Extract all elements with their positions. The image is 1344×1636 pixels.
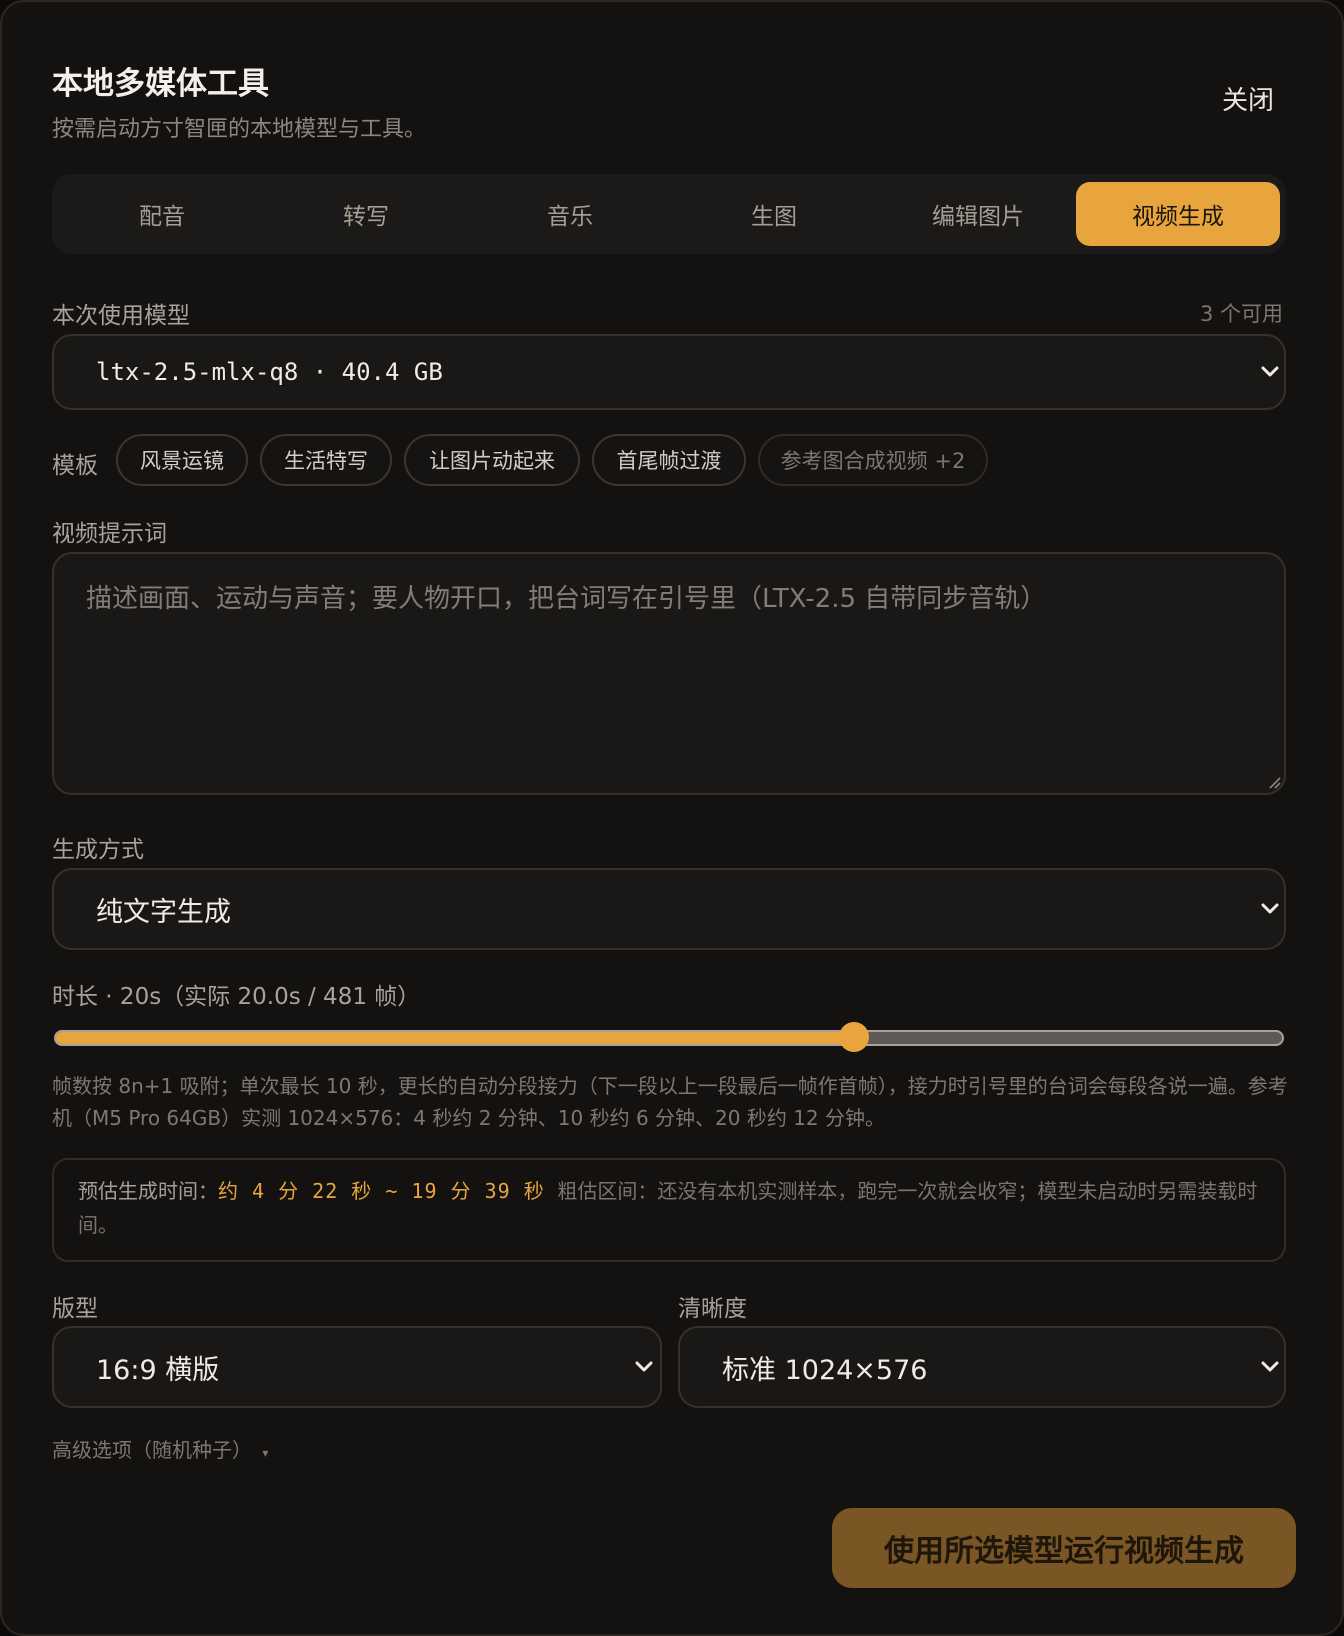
dialog-title: 本地多媒体工具	[52, 66, 269, 102]
resize-handle-icon[interactable]	[1266, 774, 1282, 790]
layout-select-value: 16:9 横版	[96, 1354, 220, 1386]
dialog-subtitle: 按需启动方寸智匣的本地模型与工具。	[52, 117, 427, 142]
estimate-label: 预估生成时间：	[78, 1179, 218, 1203]
tab-video-gen[interactable]: 视频生成	[1076, 182, 1280, 246]
estimate-box: 预估生成时间：约 4 分 22 秒 ~ 19 分 39 秒 粗估区间：还没有本机…	[52, 1158, 1286, 1262]
duration-slider-thumb[interactable]	[838, 1022, 869, 1052]
prompt-label: 视频提示词	[52, 521, 167, 547]
chevron-down-icon	[1261, 366, 1279, 377]
template-chip-frame-transition[interactable]: 首尾帧过渡	[592, 434, 746, 486]
mode-select-value: 纯文字生成	[96, 896, 231, 928]
caret-down-icon: ▾	[262, 1446, 269, 1460]
duration-label: 时长 · 20s（实际 20.0s / 481 帧）	[52, 984, 421, 1010]
duration-slider-fill	[56, 1032, 856, 1044]
advanced-options-toggle[interactable]: 高级选项（随机种子） ▾	[52, 1434, 268, 1463]
tab-dubbing[interactable]: 配音	[60, 182, 264, 246]
layout-select[interactable]: 16:9 横版	[52, 1326, 662, 1408]
chevron-down-icon	[635, 1361, 653, 1372]
quality-label: 清晰度	[678, 1296, 747, 1322]
tab-music[interactable]: 音乐	[468, 182, 672, 246]
tab-image-gen[interactable]: 生图	[672, 182, 876, 246]
chevron-down-icon	[1261, 1361, 1279, 1372]
chevron-down-icon	[1261, 903, 1279, 914]
template-chip-animate-image[interactable]: 让图片动起来	[404, 434, 580, 486]
duration-hint: 帧数按 8n+1 吸附；单次最长 10 秒，更长的自动分段接力（下一段以上一段最…	[52, 1074, 1288, 1130]
mode-label: 生成方式	[52, 837, 144, 863]
run-video-generation-button[interactable]: 使用所选模型运行视频生成	[832, 1508, 1296, 1588]
duration-slider-track[interactable]	[54, 1030, 1284, 1046]
template-chip-reference-compose[interactable]: 参考图合成视频 +2	[758, 434, 988, 486]
tab-image-edit[interactable]: 编辑图片	[876, 182, 1080, 246]
quality-select-value: 标准 1024×576	[722, 1354, 928, 1386]
close-button[interactable]: 关闭	[1222, 80, 1274, 117]
tab-transcribe[interactable]: 转写	[264, 182, 468, 246]
template-chip-closeup[interactable]: 生活特写	[260, 434, 392, 486]
media-tools-dialog: 本地多媒体工具 按需启动方寸智匣的本地模型与工具。 关闭 配音 转写 音乐 生图…	[0, 0, 1344, 1636]
model-select[interactable]: ltx-2.5-mlx-q8 · 40.4 GB	[52, 334, 1286, 410]
estimate-value: 约 4 分 22 秒 ~ 19 分 39 秒	[218, 1179, 545, 1203]
template-chip-landscape[interactable]: 风景运镜	[116, 434, 248, 486]
tool-tab-bar: 配音 转写 音乐 生图 编辑图片 视频生成	[52, 174, 1286, 254]
layout-label: 版型	[52, 1296, 98, 1322]
mode-select[interactable]: 纯文字生成	[52, 868, 1286, 950]
model-available-count: 3 个可用	[1200, 302, 1284, 326]
quality-select[interactable]: 标准 1024×576	[678, 1326, 1286, 1408]
model-label: 本次使用模型	[52, 303, 190, 329]
prompt-textarea[interactable]: 描述画面、运动与声音；要人物开口，把台词写在引号里（LTX-2.5 自带同步音轨…	[52, 552, 1286, 795]
model-select-value: ltx-2.5-mlx-q8 · 40.4 GB	[96, 358, 443, 386]
advanced-options-label: 高级选项（随机种子）	[52, 1438, 252, 1462]
templates-label: 模板	[52, 453, 98, 479]
